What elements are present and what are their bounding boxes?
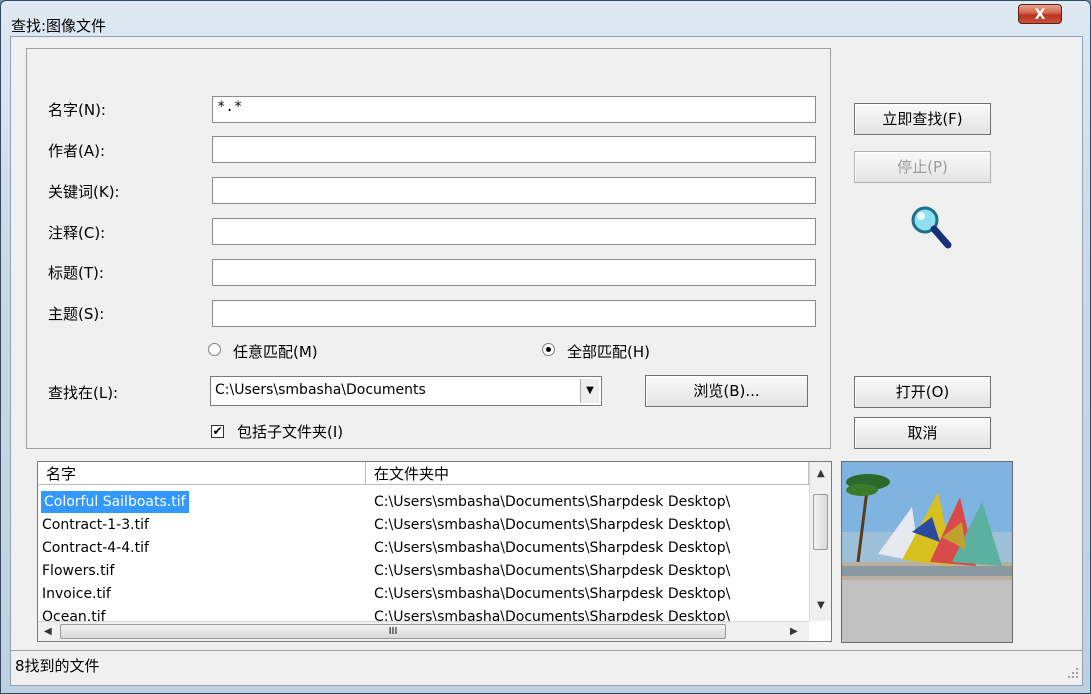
title-bar[interactable]: 查找:图像文件 X — [1, 1, 1090, 35]
title-field[interactable] — [212, 259, 816, 286]
scroll-grip: III — [388, 626, 398, 637]
include-subfolders-label: 包括子文件夹(I) — [237, 423, 344, 441]
close-icon: X — [1034, 7, 1046, 23]
file-folder: C:\Users\smbasha\Documents\Sharpdesk Des… — [374, 609, 731, 621]
file-name: Flowers.tif — [42, 563, 115, 579]
search-in-value: C:\Users\smbasha\Documents — [215, 382, 426, 398]
horizontal-scroll-thumb[interactable]: III — [60, 624, 726, 639]
open-button[interactable]: 打开(O) — [854, 376, 991, 408]
name-label: 名字(N): — [48, 101, 106, 119]
title-label: 标题(T): — [48, 264, 104, 282]
list-item[interactable]: Contract-1-3.tif C:\Users\smbasha\Docume… — [38, 514, 809, 537]
search-in-label: 查找在(L): — [48, 384, 119, 402]
scroll-right-icon[interactable]: ▶ — [790, 626, 798, 637]
status-bar — [11, 650, 1082, 684]
match-any-label: 任意匹配(M) — [233, 343, 318, 361]
comments-label: 注释(C): — [48, 224, 106, 242]
cancel-button[interactable]: 取消 — [854, 417, 991, 449]
subject-label: 主题(S): — [48, 305, 105, 323]
find-now-button[interactable]: 立即查找(F) — [854, 103, 991, 135]
status-text: 8找到的文件 — [15, 657, 100, 675]
find-dialog-window: 查找:图像文件 X 名字(N): *.* 作者(A): 关键词(K): 注释(C… — [0, 0, 1091, 694]
author-label: 作者(A): — [48, 142, 106, 160]
list-item[interactable]: Invoice.tif C:\Users\smbasha\Documents\S… — [38, 583, 809, 606]
resize-grip-icon[interactable] — [1067, 667, 1079, 679]
horizontal-scrollbar[interactable]: ◀ III ▶ — [38, 621, 809, 641]
checkmark-icon: ✔ — [212, 424, 223, 438]
scroll-down-icon[interactable]: ▼ — [817, 600, 825, 611]
keywords-field[interactable] — [212, 177, 816, 204]
keywords-label: 关键词(K): — [48, 183, 120, 201]
file-folder: C:\Users\smbasha\Documents\Sharpdesk Des… — [374, 540, 731, 556]
list-item[interactable]: Colorful Sailboats.tif C:\Users\smbasha\… — [38, 491, 809, 514]
file-folder: C:\Users\smbasha\Documents\Sharpdesk Des… — [374, 494, 731, 510]
file-folder: C:\Users\smbasha\Documents\Sharpdesk Des… — [374, 586, 731, 602]
list-item[interactable]: Contract-4-4.tif C:\Users\smbasha\Docume… — [38, 537, 809, 560]
scroll-up-icon[interactable]: ▲ — [817, 468, 825, 479]
vertical-scrollbar[interactable]: ▲ ▼ — [809, 462, 831, 621]
browse-button[interactable]: 浏览(B)... — [645, 375, 808, 407]
window-title: 查找:图像文件 — [11, 17, 107, 35]
file-name: Contract-4-4.tif — [42, 540, 149, 556]
search-in-dropdown[interactable]: C:\Users\smbasha\Documents ▼ — [210, 376, 602, 406]
list-item[interactable]: Flowers.tif C:\Users\smbasha\Documents\S… — [38, 560, 809, 583]
file-name: Invoice.tif — [42, 586, 111, 602]
list-item[interactable]: Ocean.tif C:\Users\smbasha\Documents\Sha… — [38, 606, 809, 621]
file-folder: C:\Users\smbasha\Documents\Sharpdesk Des… — [374, 517, 731, 533]
match-all-label: 全部匹配(H) — [567, 343, 650, 361]
results-list[interactable]: 名字 在文件夹中 Colorful Sailboats.tif C:\Users… — [37, 461, 832, 642]
file-name: Contract-1-3.tif — [42, 517, 149, 533]
dropdown-arrow-icon[interactable]: ▼ — [580, 379, 599, 403]
file-folder: C:\Users\smbasha\Documents\Sharpdesk Des… — [374, 563, 731, 579]
magnifier-icon — [911, 206, 952, 249]
image-preview — [841, 461, 1013, 643]
subject-field[interactable] — [212, 300, 816, 327]
match-all-radio[interactable] — [542, 343, 555, 356]
sailboats-thumbnail-icon — [842, 462, 1012, 642]
author-field[interactable] — [212, 136, 816, 163]
comments-field[interactable] — [212, 218, 816, 245]
name-field[interactable]: *.* — [212, 96, 816, 123]
include-subfolders-checkbox[interactable]: ✔ — [211, 425, 224, 438]
close-button[interactable]: X — [1018, 4, 1062, 24]
column-header-name[interactable]: 名字 — [38, 462, 366, 485]
scroll-left-icon[interactable]: ◀ — [44, 626, 52, 637]
column-header-folder[interactable]: 在文件夹中 — [366, 462, 809, 485]
file-name: Ocean.tif — [42, 609, 106, 621]
stop-button[interactable]: 停止(P) — [854, 151, 991, 183]
match-any-radio[interactable] — [208, 343, 221, 356]
file-name: Colorful Sailboats.tif — [41, 491, 189, 513]
vertical-scroll-thumb[interactable] — [813, 494, 828, 550]
